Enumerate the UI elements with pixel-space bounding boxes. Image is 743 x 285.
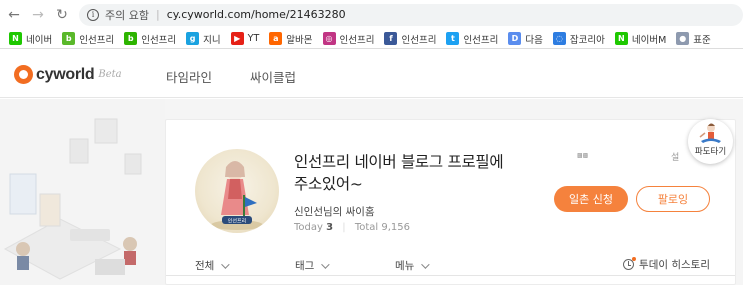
chevron-down-icon	[421, 259, 430, 269]
bookmark-item[interactable]: b 인선프리	[124, 32, 176, 46]
padotagi-button[interactable]: 파도타기	[688, 119, 733, 164]
today-label: Today	[294, 222, 323, 233]
browser-address-bar: ← → ↻ i 주의 요함 | cy.cyworld.com/home/2146…	[0, 0, 743, 29]
notification-dot	[632, 257, 637, 261]
youtube-icon: ▶	[230, 32, 244, 45]
bookmark-label: 잡코리아	[569, 34, 605, 46]
profile-title: 인선프리 네이버 블로그 프로필에 주소있어~	[294, 153, 504, 193]
jobkorea-icon: ◌	[552, 32, 566, 45]
bookmark-item[interactable]: N 네이버	[9, 32, 52, 46]
bookmark-label: 인선프리	[79, 34, 115, 46]
tab-all[interactable]: 전체	[195, 258, 230, 273]
total-value: 9,156	[381, 222, 411, 233]
padotagi-label: 파도타기	[694, 147, 727, 157]
bookmark-item[interactable]: ● 표준	[676, 32, 711, 46]
ilchon-request-button[interactable]: 일촌 신청	[554, 186, 628, 212]
daum-icon: D	[508, 32, 522, 45]
facebook-icon: f	[384, 32, 398, 45]
naver-icon: N	[614, 32, 628, 45]
cyworld-logo[interactable]: cyworld Beta	[14, 65, 122, 84]
back-arrow-icon[interactable]: ←	[5, 6, 23, 24]
menu-timeline[interactable]: 타임라인	[166, 67, 212, 86]
tab-tag[interactable]: 태그	[295, 258, 330, 273]
logo-beta: Beta	[98, 69, 122, 80]
tab-tag-label: 태그	[295, 260, 315, 272]
bookmark-item[interactable]: N 네이버M	[614, 32, 667, 46]
cyworld-logo-icon	[14, 65, 33, 84]
bookmark-label: 네이버	[26, 34, 53, 46]
profile-card: 인선프리 인선프리 네이버 블로그 프로필에 주소있어~ 신인선님의 싸이홈 T…	[165, 119, 736, 285]
bookmark-item[interactable]: f 인선프리	[384, 32, 436, 46]
following-button[interactable]: 팔로잉	[636, 186, 710, 212]
forward-arrow-icon[interactable]: →	[29, 6, 47, 24]
instagram-icon: ◎	[322, 32, 336, 45]
owner-home-link[interactable]: 신인선님의 싸이홈	[294, 204, 375, 219]
blog-icon: b	[124, 32, 138, 45]
url-separator: |	[155, 8, 160, 21]
twitter-icon: t	[446, 32, 460, 45]
security-label: 주의 요함	[105, 8, 149, 22]
history-clock-icon	[623, 257, 637, 270]
avatar[interactable]: 인선프리	[195, 149, 279, 233]
bookmark-label: 표준	[693, 34, 711, 46]
chevron-down-icon	[321, 259, 330, 269]
bookmark-label: 지니	[203, 34, 221, 46]
today-history-button[interactable]: 투데이 히스토리	[623, 257, 710, 272]
bookmark-item[interactable]: a 알바몬	[269, 32, 313, 46]
bookmark-label: 네이버M	[631, 34, 667, 46]
tiny-decoration-icon: ▩▩	[577, 152, 589, 159]
genie-icon: g	[186, 32, 200, 45]
tab-menu-label: 메뉴	[395, 260, 415, 272]
bookmark-item[interactable]: ◎ 인선프리	[322, 32, 375, 46]
blog-icon: b	[62, 32, 76, 45]
chevron-down-icon	[221, 259, 230, 269]
bookmark-label: YT	[247, 33, 260, 44]
bookmarks-bar: N 네이버 b 인선프리 b 인선프리 g 지니 ▶ YT a 알바몬 ◎ 인선프리 f 인선프리 t 인선프리 D…	[0, 29, 743, 49]
minime-avatar-icon: 인선프리	[211, 161, 263, 230]
svg-text:인선프리: 인선프리	[228, 218, 246, 225]
reload-icon[interactable]: ↻	[53, 6, 71, 24]
logo-text: cyworld	[36, 65, 95, 83]
bookmark-label: 인선프리	[401, 34, 437, 46]
bookmark-label: 인선프리	[141, 34, 177, 46]
bookmark-item[interactable]: t 인선프리	[446, 32, 498, 46]
today-value: 3	[326, 222, 334, 233]
bookmark-label: 알바몬	[286, 34, 313, 46]
bookmark-label: 인선프리	[463, 34, 499, 46]
settings-label[interactable]: 설	[671, 150, 679, 163]
filter-tabs: 전체 태그 메뉴 투데이 히스토리	[166, 250, 735, 276]
visit-stats: Today 3 | Total 9,156	[294, 222, 410, 233]
bookmark-item[interactable]: b 인선프리	[62, 32, 114, 46]
room-illustration	[0, 99, 165, 285]
bookmark-label: 다음	[525, 34, 543, 46]
info-icon[interactable]: i	[87, 8, 99, 21]
bookmark-label: 인선프리	[339, 34, 375, 46]
tab-all-label: 전체	[195, 260, 215, 272]
site-header: cyworld Beta 타임라인 싸이클럽	[0, 50, 743, 98]
url-text[interactable]: cy.cyworld.com/home/21463280	[167, 8, 346, 21]
profile-icon: ●	[676, 32, 690, 45]
stats-divider: |	[342, 222, 346, 233]
naver-icon: N	[9, 32, 22, 45]
bookmark-item[interactable]: g 지니	[186, 32, 221, 46]
total-label: Total	[354, 222, 379, 233]
bookmark-item[interactable]: D 다음	[508, 32, 543, 46]
url-field[interactable]: i 주의 요함 | cy.cyworld.com/home/21463280	[79, 3, 743, 26]
bookmark-item[interactable]: ◌ 잡코리아	[552, 32, 605, 46]
bookmark-item[interactable]: ▶ YT	[230, 32, 260, 45]
history-label: 투데이 히스토리	[639, 259, 710, 271]
albamon-icon: a	[269, 32, 283, 45]
tab-menu[interactable]: 메뉴	[395, 258, 430, 273]
menu-cyclub[interactable]: 싸이클럽	[250, 67, 296, 86]
